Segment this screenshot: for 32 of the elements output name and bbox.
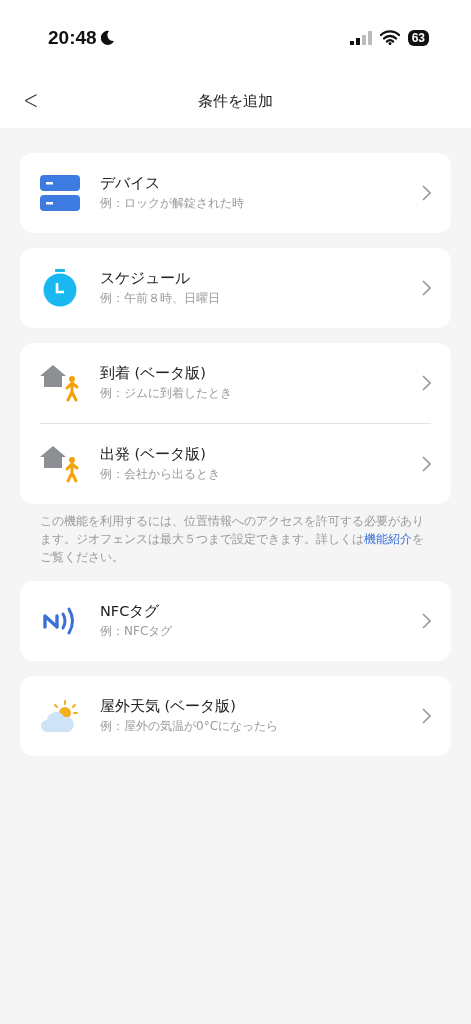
stopwatch-icon [43, 269, 77, 307]
house-person-icon [40, 444, 80, 484]
chevron-icon [422, 280, 431, 296]
signal-icon [349, 30, 372, 45]
condition-title: NFCタグ [100, 602, 161, 621]
condition-example: 例：会社から出るとき [100, 466, 221, 483]
condition-example: 例：午前８時、日曜日 [100, 290, 221, 307]
condition-example: 例：屋外の気温が0°Cになったら [100, 718, 279, 735]
sun-cloud-icon [41, 699, 79, 733]
chevron-icon [422, 708, 431, 724]
moon-icon [100, 30, 115, 45]
page-title: 条件を追加 [198, 92, 273, 111]
chevron-icon [422, 185, 431, 201]
feature-link[interactable]: 機能紹介 [364, 532, 412, 546]
chevron-icon [422, 456, 431, 472]
condition-title: 出発 (ベータ版) [100, 445, 207, 464]
device-icon [40, 175, 80, 211]
condition-example: 例：NFCタグ [100, 623, 174, 640]
condition-title: スケジュール [100, 269, 191, 288]
condition-example: 例：ロックが解錠された時 [100, 195, 245, 212]
info-note: この機能を利用するには、位置情報へのアクセスを許可する必要があります。ジオフェンスは最大５つまで設定できます。詳しくは機能紹介をご覧ください。 [40, 513, 425, 566]
wifi-icon [379, 30, 400, 45]
condition-title: 屋外天気 (ベータ版) [100, 697, 237, 716]
chevron-icon [422, 613, 431, 629]
battery-level: 63 [407, 29, 429, 46]
clock-time: 20:48 [48, 26, 97, 49]
chevron-icon [422, 375, 431, 391]
back-button[interactable]: < [19, 85, 43, 115]
condition-example: 例：ジムに到着したとき [100, 385, 233, 402]
condition-title: 到着 (ベータ版) [100, 364, 207, 383]
house-person-icon [40, 363, 80, 403]
condition-title: デバイス [100, 174, 161, 193]
